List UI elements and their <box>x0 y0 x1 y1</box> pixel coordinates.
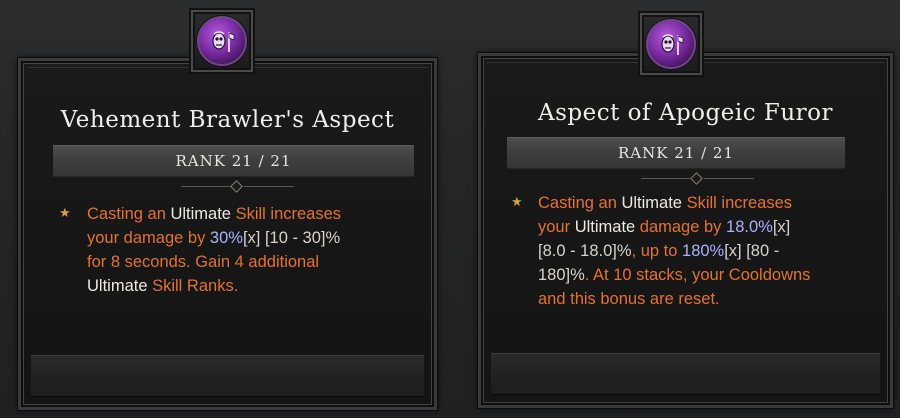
desc-line-2: your Ultimate damage by 18.0%[x] <box>538 218 791 236</box>
divider-diamond <box>230 180 243 193</box>
divider-line-right <box>704 178 754 179</box>
aspect-title: Aspect of Apogeic Furor <box>537 100 834 126</box>
divider-line-left <box>641 178 691 179</box>
aspect-description: Casting an Ultimate Skill increases your… <box>87 202 387 298</box>
desc-line-2: your damage by 30%[x] [10 - 30]% <box>87 229 341 247</box>
rank-label: RANK 21 / 21 <box>175 152 292 170</box>
aspect-description: Casting an Ultimate Skill increases your… <box>538 191 838 311</box>
aspect-icon-frame-right <box>640 13 702 75</box>
divider-diamond <box>690 172 703 185</box>
rank-bar: RANK 21 / 21 <box>507 137 845 169</box>
card-footer <box>491 353 880 395</box>
aspect-card-left: Vehement Brawler's Aspect RANK 21 / 21 ★… <box>17 57 438 411</box>
divider-line-right <box>244 186 294 187</box>
aspect-title: Vehement Brawler's Aspect <box>60 107 395 133</box>
card-footer <box>31 355 424 397</box>
desc-line-4: Ultimate Skill Ranks. <box>87 277 239 295</box>
desc-line-4: 180]%. At 10 stacks, your Cooldowns <box>538 266 811 284</box>
desc-line-5: and this bonus are reset. <box>538 290 720 308</box>
divider-line-left <box>181 186 231 187</box>
desc-line-3: for 8 seconds. Gain 4 additional <box>87 253 320 271</box>
star-bullet-icon: ★ <box>59 206 71 221</box>
desc-line-3: [8.0 - 18.0]%, up to 180%[x] [80 - <box>538 242 780 260</box>
desc-line-1: Casting an Ultimate Skill increases <box>538 194 793 212</box>
desc-line-1: Casting an Ultimate Skill increases <box>87 205 342 223</box>
star-bullet-icon: ★ <box>511 195 523 210</box>
rank-bar: RANK 21 / 21 <box>53 145 414 177</box>
aspect-icon-frame-left <box>191 10 253 72</box>
aspect-card-right: Aspect of Apogeic Furor RANK 21 / 21 ★ C… <box>477 52 894 409</box>
rank-label: RANK 21 / 21 <box>618 144 734 162</box>
purple-skull-axe-icon <box>646 19 696 69</box>
purple-skull-axe-icon <box>197 16 247 66</box>
